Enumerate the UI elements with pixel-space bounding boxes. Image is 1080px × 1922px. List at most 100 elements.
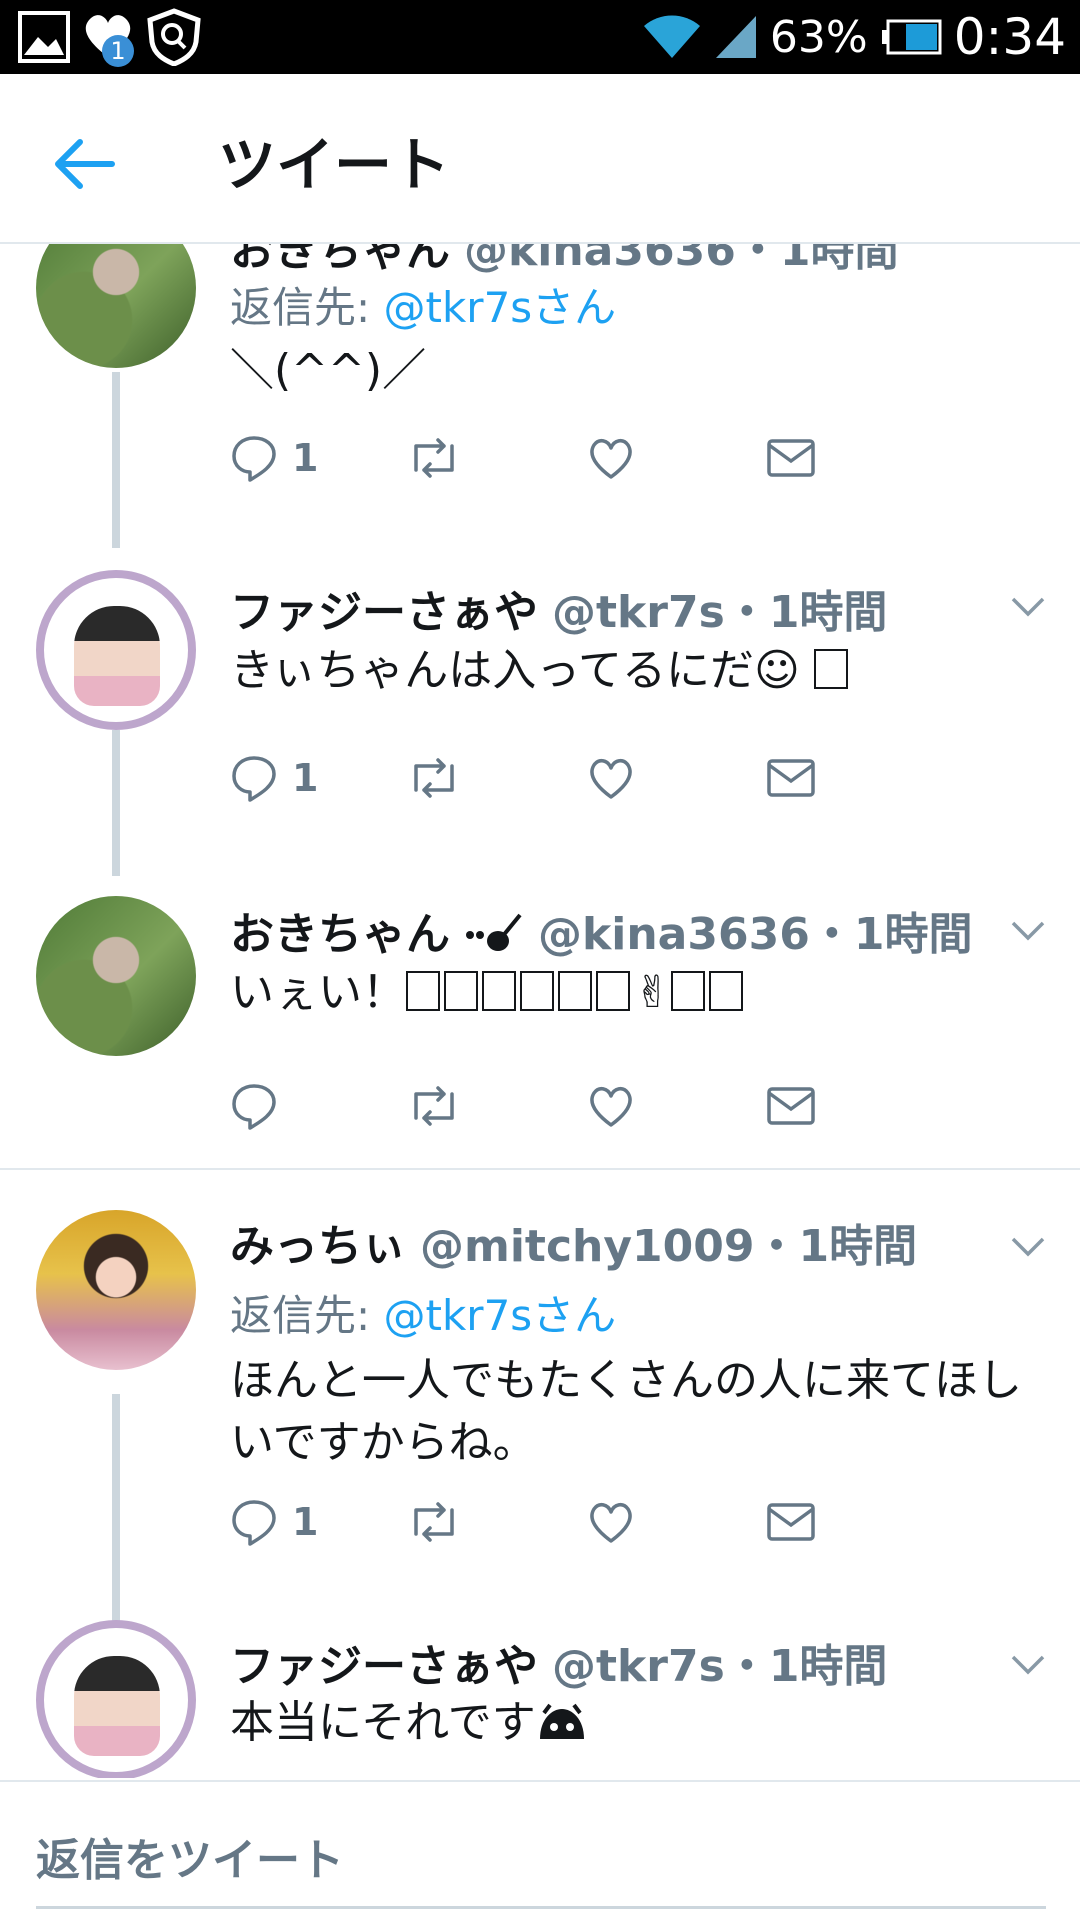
tweet-text-content: 本当にそれです: [230, 1697, 536, 1748]
missing-glyph-box: [813, 649, 848, 689]
missing-glyph-box: [670, 971, 705, 1011]
envelope-icon: [767, 1087, 815, 1125]
status-bar: 1 63% 0:34: [0, 0, 1080, 74]
reply-icon: [232, 1500, 276, 1546]
chevron-down-icon[interactable]: [1010, 920, 1046, 942]
reply-count: 1: [292, 1500, 319, 1544]
tweet-item[interactable]: ファジーさぁや @tkr7s・1時間 本当にそれです: [0, 1600, 1080, 1778]
tweet-text: ほんと一人でもたくさんの人に来てほしいですからね。: [230, 1355, 1022, 1468]
reply-button[interactable]: 1: [230, 430, 318, 486]
retweet-button[interactable]: [406, 1078, 462, 1134]
retweet-button[interactable]: [406, 1494, 462, 1550]
missing-glyph-box: [708, 971, 743, 1011]
reply-button[interactable]: 1: [230, 750, 318, 806]
display-name[interactable]: ファジーさぁや: [230, 1641, 538, 1692]
like-button[interactable]: [586, 1078, 636, 1134]
input-underline: [36, 1906, 1046, 1909]
wifi-icon: [643, 15, 700, 58]
timestamp: 1時間: [779, 244, 899, 276]
envelope-icon: [767, 439, 815, 477]
reply-button[interactable]: 1: [230, 1494, 318, 1550]
meta-separator: ・: [724, 1641, 769, 1692]
tweet-actions: [230, 1078, 950, 1134]
image-icon: [18, 11, 70, 63]
chevron-down-icon[interactable]: [1010, 596, 1046, 618]
heart-notification-icon: 1: [80, 9, 136, 67]
display-name[interactable]: みっちぃ: [230, 1221, 406, 1272]
handle[interactable]: @mitchy1009: [420, 1221, 755, 1272]
display-name[interactable]: ファジーさぁや: [230, 587, 538, 638]
tweet-actions: 1: [230, 430, 950, 486]
reply-count: 1: [292, 436, 319, 480]
reply-composer[interactable]: 返信をツイート: [0, 1780, 1080, 1922]
retweet-icon: [414, 438, 454, 478]
meta-separator: ・: [724, 587, 769, 638]
display-name[interactable]: おきちゃん: [230, 244, 450, 276]
reply-to: 返信先: @tkr7sさん: [230, 1282, 616, 1343]
envelope-icon: [767, 759, 815, 797]
handle[interactable]: @tkr7s: [552, 1641, 725, 1692]
reply-to-handle[interactable]: @tkr7sさん: [384, 283, 617, 332]
handle[interactable]: @tkr7s: [552, 587, 725, 638]
reply-button[interactable]: [230, 1078, 292, 1134]
heart-icon: [590, 759, 632, 799]
avatar[interactable]: [36, 1210, 196, 1370]
tweet-item[interactable]: ファジーさぁや @tkr7s・1時間 きぃちゃんは入ってるにだ☺ 1: [0, 554, 1080, 878]
emoji-icon: [539, 1703, 584, 1739]
display-name[interactable]: おきちゃん: [230, 909, 450, 960]
missing-glyph-box: [482, 971, 516, 1011]
tweet-item[interactable]: みっちぃ @mitchy1009・1時間 返信先: @tkr7sさん ほんと一人…: [0, 1200, 1080, 1600]
peace-sign-emoji: ✌: [634, 967, 671, 1018]
avatar[interactable]: [36, 1620, 196, 1778]
timestamp: 1時間: [853, 909, 973, 960]
tweet-actions: 1: [230, 1494, 950, 1550]
direct-message-button[interactable]: [766, 1494, 816, 1550]
tweet-thread: おきちゃん @kina3636・1時間 返信先: @tkr7sさん ＼(^^)／…: [0, 244, 1080, 1778]
heart-icon: [590, 1503, 632, 1543]
tweet-text-content: いぇい！: [230, 967, 406, 1018]
reply-icon: [232, 436, 276, 482]
avatar[interactable]: [36, 896, 196, 1056]
reply-prefix: 返信先:: [230, 283, 384, 332]
timestamp: 1時間: [768, 1641, 888, 1692]
like-button[interactable]: [586, 430, 636, 486]
tweet-item[interactable]: おきちゃん @kina3636・1時間 いぇい！ ✌: [0, 878, 1080, 1200]
tweet-text: きぃちゃんは入ってるにだ☺: [230, 640, 1050, 702]
retweet-button[interactable]: [406, 430, 462, 486]
tweet-item[interactable]: おきちゃん @kina3636・1時間 返信先: @tkr7sさん ＼(^^)／…: [0, 244, 1080, 554]
missing-glyph-box: [520, 971, 554, 1011]
direct-message-button[interactable]: [766, 430, 816, 486]
reply-icon: [232, 1084, 276, 1130]
battery-percent: 63%: [769, 11, 868, 63]
avatar[interactable]: [36, 570, 196, 730]
notification-count: 1: [102, 35, 134, 67]
battery-icon: [881, 19, 942, 55]
direct-message-button[interactable]: [766, 1078, 816, 1134]
tweet-header: おきちゃん @kina3636・1時間: [230, 244, 898, 278]
meta-separator: ・: [809, 909, 854, 960]
signal-icon: [715, 16, 756, 58]
direct-message-button[interactable]: [766, 750, 816, 806]
avatar[interactable]: [36, 244, 196, 368]
reply-count: 1: [292, 756, 319, 800]
meta-separator: ・: [754, 1221, 799, 1272]
conversation-divider: [0, 1168, 1080, 1170]
envelope-icon: [767, 1503, 815, 1541]
reply-input-placeholder[interactable]: 返信をツイート: [36, 1824, 344, 1888]
back-arrow-icon[interactable]: [50, 134, 116, 194]
chevron-down-icon[interactable]: [1010, 1654, 1046, 1676]
like-button[interactable]: [586, 1494, 636, 1550]
tweet-actions: 1: [230, 750, 950, 806]
chevron-down-icon[interactable]: [1010, 1236, 1046, 1258]
tweet-header: ファジーさぁや @tkr7s・1時間: [230, 1630, 887, 1694]
like-button[interactable]: [586, 750, 636, 806]
retweet-button[interactable]: [406, 750, 462, 806]
handle[interactable]: @kina3636: [464, 244, 736, 276]
handle[interactable]: @kina3636: [538, 909, 810, 960]
page-title: ツイート: [218, 131, 451, 199]
reply-to-handle[interactable]: @tkr7sさん: [384, 1291, 617, 1340]
tweet-text: 本当にそれです: [230, 1692, 1050, 1754]
reply-icon: [232, 756, 276, 802]
retweet-icon: [414, 1502, 454, 1542]
tweet-text: ＼(^^)／: [230, 345, 427, 396]
